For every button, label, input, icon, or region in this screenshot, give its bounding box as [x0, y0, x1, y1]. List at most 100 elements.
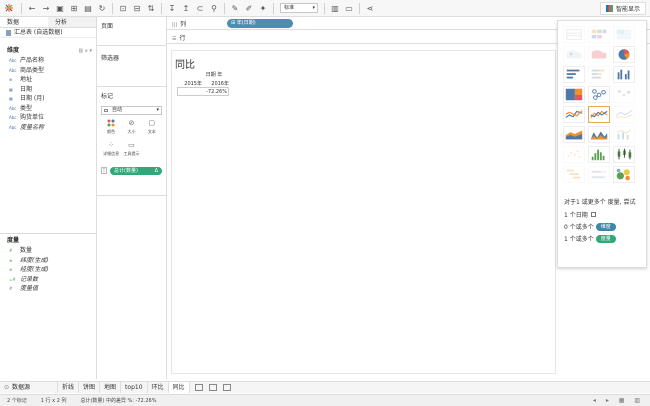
- horizontal-bar-chart-icon[interactable]: [563, 66, 585, 83]
- pages-card[interactable]: 页面: [97, 17, 166, 46]
- box-whisker-chart-icon[interactable]: [613, 146, 635, 163]
- field-item[interactable]: ⊕ 纬度(生成): [0, 256, 96, 266]
- new-dashboard-icon[interactable]: [208, 384, 217, 391]
- header-year-2016[interactable]: 2016年: [204, 80, 229, 87]
- sheet-tab[interactable]: 饼图: [79, 382, 101, 393]
- treemap-chart-icon[interactable]: [563, 86, 585, 103]
- dimension-pill-year-date[interactable]: ⊞ 年(日期): [227, 18, 293, 28]
- new-worksheet-icon[interactable]: [194, 384, 203, 391]
- header-year-2015[interactable]: 2015年: [177, 80, 202, 87]
- fix-axes-icon[interactable]: ⚲: [209, 3, 219, 13]
- field-item[interactable]: Abc 产品名称: [0, 56, 96, 66]
- highlight-icon[interactable]: ✎: [230, 3, 240, 13]
- requirement-measure: 1 个或多个 度量: [564, 234, 616, 243]
- heat-map-chart-icon[interactable]: [588, 26, 610, 43]
- show-me-icon: [605, 5, 613, 12]
- filters-card[interactable]: 筛选器: [97, 47, 166, 87]
- new-story-icon[interactable]: [222, 384, 231, 391]
- symbol-map-chart-icon[interactable]: [563, 46, 585, 63]
- sheet-tab-bar: ⊙ 数据源 折线 饼图 地图 top10 环比 同比: [0, 381, 650, 393]
- pause-icon[interactable]: ↻: [97, 3, 107, 13]
- new-datasource-icon[interactable]: ⊞: [69, 3, 79, 13]
- area-chart-discrete-icon[interactable]: [588, 126, 610, 143]
- continuous-line-chart-icon[interactable]: [563, 106, 585, 123]
- field-item[interactable]: # 度量值: [0, 284, 96, 294]
- mark-type-select[interactable]: 自动 ▾: [101, 106, 162, 115]
- sheet-tab[interactable]: top10: [121, 382, 148, 393]
- pin-icon[interactable]: ✦: [258, 3, 268, 13]
- clear-icon[interactable]: ⊟: [132, 3, 142, 13]
- sort-asc-icon[interactable]: ↧: [167, 3, 177, 13]
- filled-map-chart-icon[interactable]: [588, 46, 610, 63]
- tooltip-button[interactable]: ▭ 工具提示: [121, 141, 141, 160]
- status-nav-icons[interactable]: ◂ ▸ ▦ ▥: [593, 395, 644, 406]
- side-by-side-bar-chart-icon[interactable]: [613, 66, 635, 83]
- detail-button[interactable]: ⁘ 详细信息: [101, 141, 121, 160]
- discrete-line-chart-icon[interactable]: [588, 106, 610, 123]
- field-item[interactable]: Abc 度量名称: [0, 123, 96, 133]
- dual-combination-chart-icon[interactable]: [613, 126, 635, 143]
- field-item[interactable]: ▦ 日期: [0, 85, 96, 95]
- size-button[interactable]: ⊘ 大小: [121, 119, 141, 138]
- field-item[interactable]: # 数量: [0, 246, 96, 256]
- filters-title: 筛选器: [101, 55, 120, 62]
- tab-data[interactable]: 数据: [0, 17, 48, 27]
- area-chart-continuous-icon[interactable]: [563, 126, 585, 143]
- share-icon[interactable]: ⋖: [365, 3, 375, 13]
- sheet-tab[interactable]: 地图: [100, 382, 122, 393]
- tab-analysis[interactable]: 分析: [48, 17, 96, 27]
- redo-icon[interactable]: →: [41, 3, 51, 13]
- datasource-item[interactable]: 汇总表 (自选数据): [0, 28, 96, 38]
- sheet-tab[interactable]: 环比: [148, 382, 169, 393]
- field-item[interactable]: ▦ 日期 (月): [0, 94, 96, 104]
- view-size-select[interactable]: 标准 ▾: [280, 3, 318, 13]
- text-table-chart-icon[interactable]: [563, 26, 585, 43]
- cards-icon[interactable]: ▥: [330, 3, 340, 13]
- side-by-side-circle-chart-icon[interactable]: [613, 86, 635, 103]
- circle-view-chart-icon[interactable]: [588, 86, 610, 103]
- sheet-tab[interactable]: 同比: [168, 382, 190, 393]
- show-me-button[interactable]: 智能显示: [599, 2, 646, 15]
- toolbar-separator: [21, 2, 22, 14]
- text-button[interactable]: ▢ 文本: [142, 119, 162, 138]
- field-name: 纬度(生成): [20, 256, 49, 264]
- datasource-tab[interactable]: ⊙ 数据源: [0, 382, 58, 393]
- group-icon[interactable]: ⊂: [195, 3, 205, 13]
- dual-line-chart-icon[interactable]: [613, 106, 635, 123]
- pie-chart-icon[interactable]: [613, 46, 635, 63]
- gantt-chart-icon[interactable]: [563, 166, 585, 183]
- undo-icon[interactable]: ←: [27, 3, 37, 13]
- label-icon[interactable]: ✐: [244, 3, 254, 13]
- packed-bubbles-chart-icon[interactable]: [613, 166, 635, 183]
- duplicate-icon[interactable]: ⊡: [118, 3, 128, 13]
- field-type-icon: ▦: [9, 96, 13, 101]
- new-sheet-icon[interactable]: ▤: [83, 3, 93, 13]
- field-item[interactable]: =# 记录数: [0, 275, 96, 285]
- field-item[interactable]: Abc 商品类型: [0, 66, 96, 76]
- stacked-bar-chart-icon[interactable]: [588, 66, 610, 83]
- swap-icon[interactable]: ⇅: [146, 3, 156, 13]
- field-item[interactable]: ⊕ 地址: [0, 75, 96, 85]
- column-header-year: 日期 年: [205, 72, 223, 78]
- cell-2016[interactable]: -72.26%: [202, 89, 227, 95]
- field-item[interactable]: Abc 类型: [0, 104, 96, 114]
- save-icon[interactable]: ▣: [55, 3, 65, 13]
- field-name: 产品名称: [20, 57, 45, 64]
- text-icon: ▢: [148, 119, 156, 127]
- columns-label: ||| 列: [172, 20, 187, 28]
- field-item[interactable]: Abc 购货单位: [0, 113, 96, 123]
- highlight-table-chart-icon[interactable]: [613, 26, 635, 43]
- size-icon: ⊘: [128, 119, 135, 127]
- horizontal-bar-chart-icon-graphic: [566, 69, 580, 79]
- color-button[interactable]: 颜色: [101, 119, 121, 138]
- pane-tools-icon[interactable]: ▥ ⌕ ▾: [78, 46, 92, 56]
- bullet-graph-chart-icon[interactable]: [588, 166, 610, 183]
- sort-desc-icon[interactable]: ↥: [181, 3, 191, 13]
- histogram-chart-icon[interactable]: [588, 146, 610, 163]
- sheet-title: 同比: [175, 60, 195, 71]
- scatter-plot-chart-icon[interactable]: [563, 146, 585, 163]
- presentation-icon[interactable]: ▭: [344, 3, 354, 13]
- sheet-tab[interactable]: 折线: [58, 382, 80, 393]
- field-item[interactable]: ⊕ 经度(生成): [0, 265, 96, 275]
- measure-pill-sum-quantity[interactable]: 总计(数量) Δ: [110, 166, 162, 175]
